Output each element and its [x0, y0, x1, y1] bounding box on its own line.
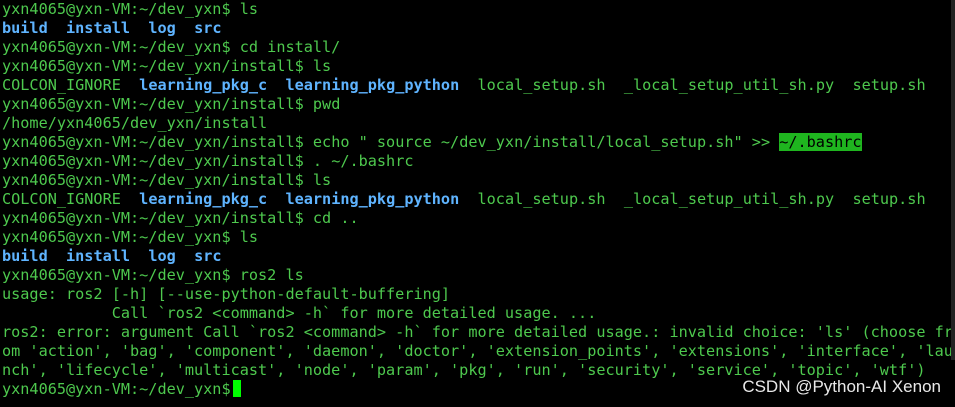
- command: cd install/: [239, 38, 341, 56]
- file-entry: setup.sh: [852, 76, 926, 94]
- prompt: yxn4065@yxn-VM:~/dev_yxn/install$: [2, 171, 304, 189]
- dir-entry: src: [194, 19, 222, 37]
- prompt: yxn4065@yxn-VM:~/dev_yxn/install$: [2, 133, 304, 151]
- terminal-line: build install log src: [2, 19, 955, 38]
- terminal-line: COLCON_IGNORE learning_pkg_c learning_pk…: [2, 76, 955, 95]
- error-text: ros2: error: argument Call `ros2 <comman…: [2, 323, 953, 341]
- terminal-line: /home/yxn4065/dev_yxn/install: [2, 114, 955, 133]
- command: ls: [312, 171, 332, 189]
- terminal-line: COLCON_IGNORE learning_pkg_c learning_pk…: [2, 190, 955, 209]
- terminal-line: Call `ros2 <command> -h` for more detail…: [2, 304, 955, 323]
- selected-text[interactable]: ~/.bashrc: [779, 133, 862, 151]
- command: ls: [312, 57, 332, 75]
- dir-entry: learning_pkg_python: [285, 76, 460, 94]
- command: echo " source ~/dev_yxn/install/local_se…: [312, 133, 780, 151]
- file-entry: local_setup.sh: [477, 190, 606, 208]
- terminal-line: yxn4065@yxn-VM:~/dev_yxn$ ls: [2, 0, 955, 19]
- file-entry: _local_setup_util_sh.py: [623, 76, 835, 94]
- dir-entry: install: [66, 247, 131, 265]
- watermark: CSDN @Python-AI Xenon: [742, 377, 941, 396]
- command: ros2 ls: [239, 266, 304, 284]
- terminal-line: yxn4065@yxn-VM:~/dev_yxn$ ros2 ls: [2, 266, 955, 285]
- file-entry: COLCON_IGNORE: [2, 190, 121, 208]
- terminal-line: yxn4065@yxn-VM:~/dev_yxn$ cd install/: [2, 38, 955, 57]
- file-entry: local_setup.sh: [477, 76, 606, 94]
- terminal-line: yxn4065@yxn-VM:~/dev_yxn/install$ ls: [2, 171, 955, 190]
- prompt: yxn4065@yxn-VM:~/dev_yxn/install$: [2, 57, 304, 75]
- dir-entry: log: [148, 247, 176, 265]
- prompt: yxn4065@yxn-VM:~/dev_yxn/install$: [2, 152, 304, 170]
- terminal-line: yxn4065@yxn-VM:~/dev_yxn/install$ . ~/.b…: [2, 152, 955, 171]
- command: ls: [239, 0, 259, 18]
- command: cd ..: [312, 209, 359, 227]
- terminal-line: om 'action', 'bag', 'component', 'daemon…: [2, 342, 955, 361]
- file-entry: COLCON_IGNORE: [2, 76, 121, 94]
- output-text: /home/yxn4065/dev_yxn/install: [2, 114, 268, 132]
- prompt: yxn4065@yxn-VM:~/dev_yxn$: [2, 228, 231, 246]
- dir-entry: learning_pkg_python: [285, 190, 460, 208]
- dir-entry: log: [148, 19, 176, 37]
- prompt: yxn4065@yxn-VM:~/dev_yxn$: [2, 38, 231, 56]
- prompt: yxn4065@yxn-VM:~/dev_yxn/install$: [2, 209, 304, 227]
- dir-entry: src: [194, 247, 222, 265]
- output-text: usage: ros2 [-h] [--use-python-default-b…: [2, 285, 451, 303]
- prompt: yxn4065@yxn-VM:~/dev_yxn/install$: [2, 95, 304, 113]
- terminal-line: yxn4065@yxn-VM:~/dev_yxn/install$ ls: [2, 57, 955, 76]
- terminal-line: yxn4065@yxn-VM:~/dev_yxn$ ls: [2, 228, 955, 247]
- dir-entry: build: [2, 247, 48, 265]
- prompt: yxn4065@yxn-VM:~/dev_yxn$: [2, 0, 231, 18]
- command: pwd: [312, 95, 341, 113]
- terminal-line: yxn4065@yxn-VM:~/dev_yxn/install$ pwd: [2, 95, 955, 114]
- command: ls: [239, 228, 259, 246]
- dir-entry: learning_pkg_c: [139, 76, 268, 94]
- dir-entry: learning_pkg_c: [139, 190, 268, 208]
- prompt: yxn4065@yxn-VM:~/dev_yxn$: [2, 380, 231, 398]
- cursor-block: [232, 380, 241, 397]
- output-text: Call `ros2 <command> -h` for more detail…: [2, 304, 597, 322]
- terminal-line: yxn4065@yxn-VM:~/dev_yxn/install$ cd ..: [2, 209, 955, 228]
- terminal-line: yxn4065@yxn-VM:~/dev_yxn/install$ echo "…: [2, 133, 955, 152]
- terminal-line: ros2: error: argument Call `ros2 <comman…: [2, 323, 955, 342]
- terminal-line: build install log src: [2, 247, 955, 266]
- file-entry: _local_setup_util_sh.py: [623, 190, 835, 208]
- prompt: yxn4065@yxn-VM:~/dev_yxn$: [2, 266, 231, 284]
- file-entry: setup.sh: [852, 190, 926, 208]
- command: . ~/.bashrc: [312, 152, 414, 170]
- terminal-window[interactable]: yxn4065@yxn-VM:~/dev_yxn$ ls build insta…: [2, 0, 955, 407]
- terminal-line: usage: ros2 [-h] [--use-python-default-b…: [2, 285, 955, 304]
- error-text: om 'action', 'bag', 'component', 'daemon…: [2, 342, 953, 360]
- dir-entry: install: [66, 19, 131, 37]
- dir-entry: build: [2, 19, 48, 37]
- scrollbar[interactable]: [951, 0, 955, 360]
